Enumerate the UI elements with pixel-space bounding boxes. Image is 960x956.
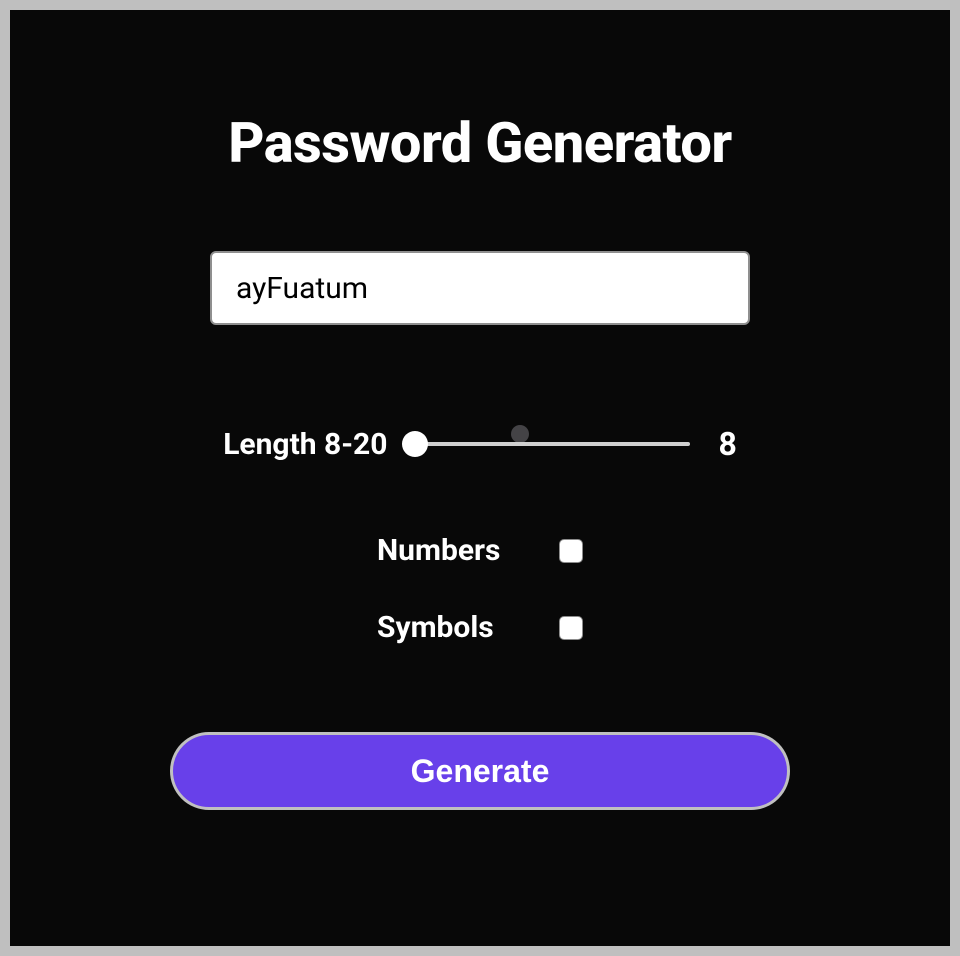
length-value: 8	[718, 425, 736, 463]
length-label: Length 8-20	[223, 427, 387, 462]
numbers-checkbox[interactable]	[559, 539, 583, 563]
generate-button-label: Generate	[411, 753, 550, 790]
symbols-checkbox[interactable]	[559, 616, 583, 640]
length-slider[interactable]	[415, 431, 690, 457]
generate-button[interactable]: Generate	[170, 732, 790, 810]
page-title: Password Generator	[228, 110, 732, 176]
symbols-label: Symbols	[377, 610, 527, 645]
slider-indicator-dot	[511, 425, 529, 443]
symbols-option-row: Symbols	[377, 610, 583, 645]
slider-track	[415, 442, 690, 446]
password-display[interactable]: ayFuatum	[210, 251, 750, 325]
slider-thumb[interactable]	[402, 431, 428, 457]
app-card: Password Generator ayFuatum Length 8-20 …	[10, 10, 950, 946]
numbers-label: Numbers	[377, 533, 527, 568]
numbers-option-row: Numbers	[377, 533, 583, 568]
length-row: Length 8-20 8	[223, 425, 737, 463]
password-value: ayFuatum	[236, 271, 368, 306]
